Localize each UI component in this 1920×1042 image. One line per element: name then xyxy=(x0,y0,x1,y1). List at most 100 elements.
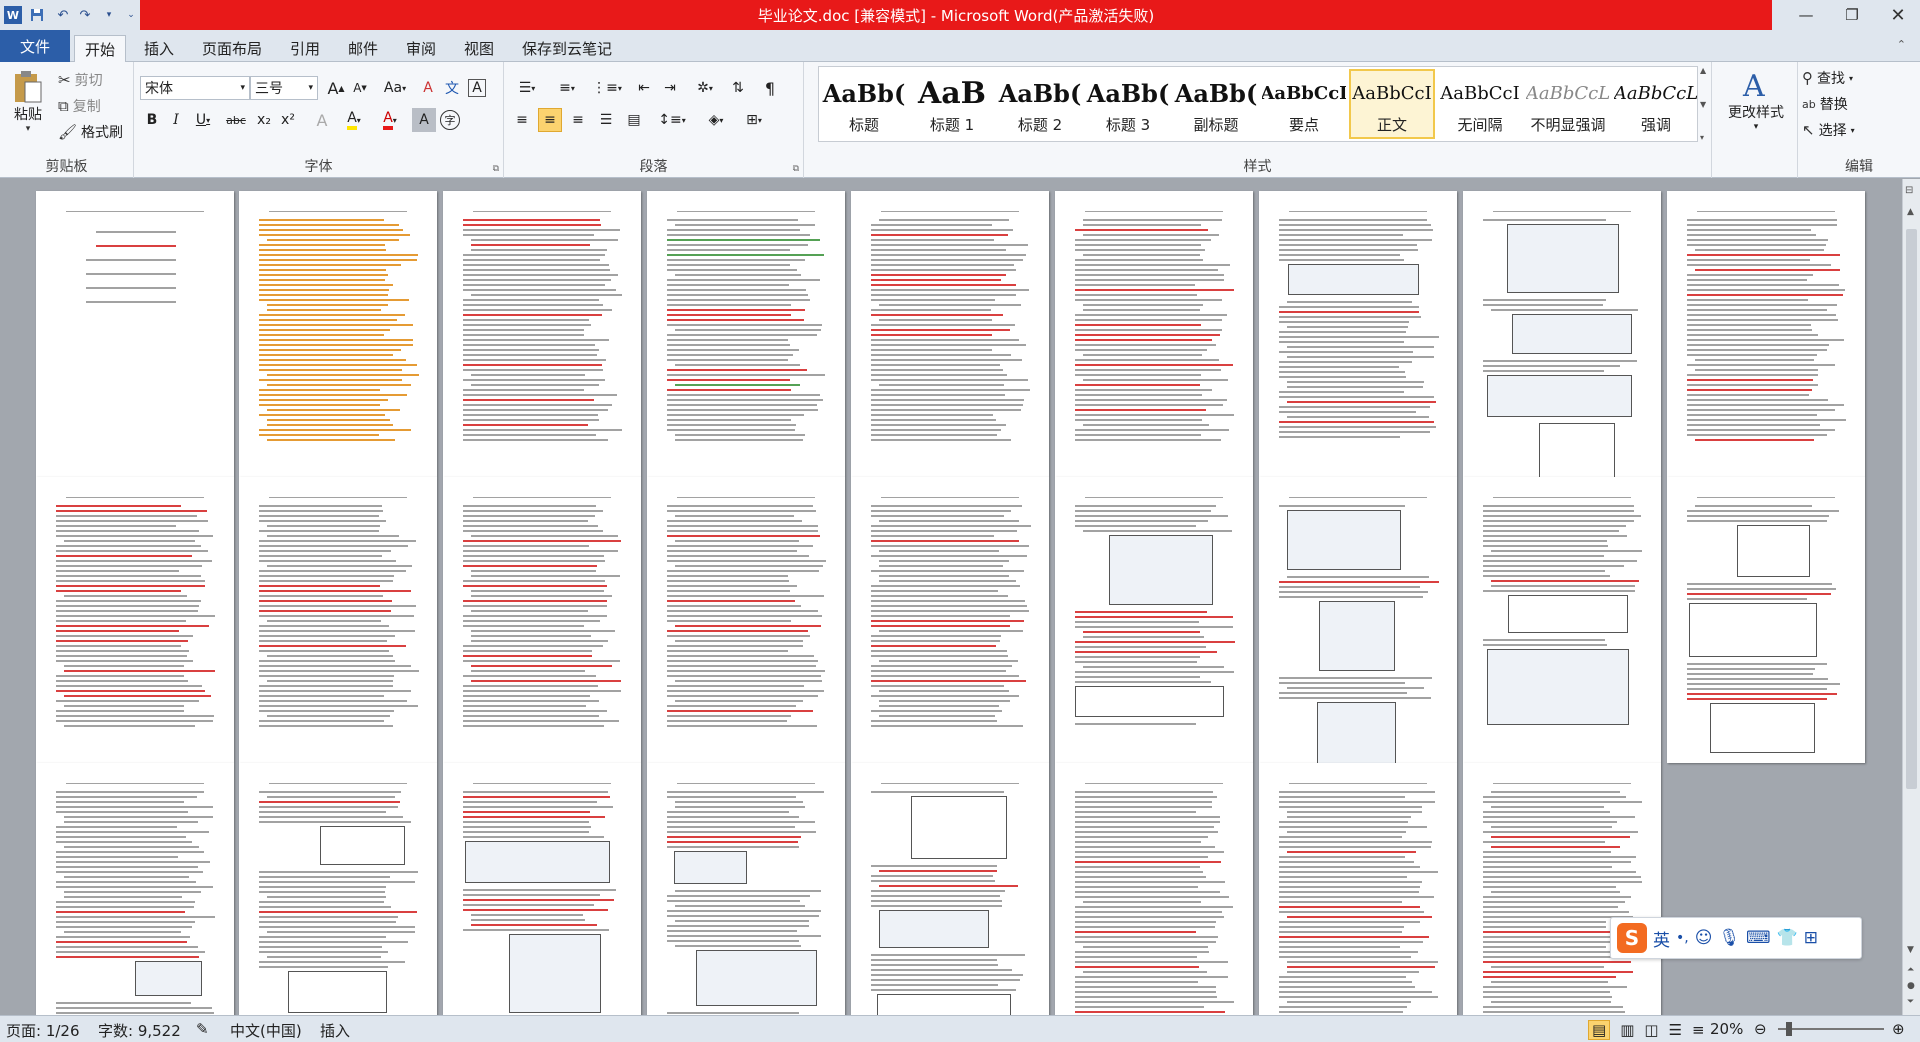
page-thumbnail[interactable] xyxy=(443,763,641,1015)
borders-button[interactable]: ⊞ ▾ xyxy=(738,108,770,132)
microphone-icon[interactable]: 🎙 xyxy=(1718,928,1740,948)
style-heading-1[interactable]: AaB 标题 1 xyxy=(909,69,995,139)
styles-gallery-scroll[interactable]: ▲ ▼ ▾ xyxy=(1700,66,1712,142)
page-thumbnail[interactable] xyxy=(239,763,437,1015)
language[interactable]: 中文(中国) xyxy=(230,1020,302,1041)
zoom-slider[interactable] xyxy=(1778,1028,1884,1030)
full-screen-reading-icon[interactable]: ▥ xyxy=(1620,1021,1634,1039)
font-dialog-launcher-icon[interactable]: ⧉ xyxy=(493,164,499,174)
phonetic-guide-button[interactable]: 文 xyxy=(440,76,464,100)
numbering-button[interactable]: ≡ ▾ xyxy=(550,76,584,100)
undo-icon[interactable]: ↶ xyxy=(54,6,72,24)
emoji-icon[interactable]: ☺ xyxy=(1695,928,1713,948)
shrink-font-button[interactable]: A ▼ xyxy=(348,76,372,100)
scroll-down-icon[interactable]: ▼ xyxy=(1907,945,1914,955)
tab-home[interactable]: 开始 xyxy=(74,35,127,63)
page-thumbnail[interactable] xyxy=(851,477,1049,763)
grow-font-button[interactable]: A ▲ xyxy=(324,76,348,100)
sort-button[interactable]: ⇅ xyxy=(726,76,750,100)
font-name-combo[interactable]: 宋体 ▾ xyxy=(140,76,250,100)
tab-mailings[interactable]: 邮件 xyxy=(338,35,388,62)
page-thumbnail[interactable] xyxy=(647,763,845,1015)
change-case-button[interactable]: Aa ▾ xyxy=(378,76,412,100)
page-thumbnail[interactable] xyxy=(36,763,234,1015)
font-color-button[interactable]: A ▾ xyxy=(374,108,406,132)
ribbon-collapse-icon[interactable]: ⌃ xyxy=(1897,38,1906,51)
zoom-out-icon[interactable]: ⊖ xyxy=(1754,1020,1767,1038)
tab-cloud-notes[interactable]: 保存到云笔记 xyxy=(512,35,622,62)
tab-references[interactable]: 引用 xyxy=(280,35,330,62)
page-thumbnail[interactable] xyxy=(647,477,845,763)
page-thumbnail[interactable] xyxy=(1259,763,1457,1015)
bullets-button[interactable]: ☰ ▾ xyxy=(510,76,544,100)
clear-format-button[interactable]: A xyxy=(416,76,440,100)
font-size-combo[interactable]: 三号 ▾ xyxy=(250,76,318,100)
tab-insert[interactable]: 插入 xyxy=(134,35,184,62)
next-page-icon[interactable]: ⏷ xyxy=(1907,997,1914,1007)
find-button[interactable]: ⚲ 查找 ▾ xyxy=(1802,68,1853,88)
highlight-button[interactable]: A ▾ xyxy=(338,108,370,132)
ruler-toggle-icon[interactable]: ⊟ xyxy=(1905,185,1913,196)
underline-button[interactable]: U ▾ xyxy=(188,108,218,132)
multilevel-list-button[interactable]: ⋮≡ ▾ xyxy=(590,76,624,100)
distributed-button[interactable]: ▤ xyxy=(622,108,646,132)
scroll-up-icon[interactable]: ▲ xyxy=(1907,207,1914,217)
punctuation-icon[interactable]: •, xyxy=(1676,930,1689,946)
char-border-button[interactable]: A xyxy=(468,79,486,97)
style-title[interactable]: AaBb(标题 xyxy=(821,69,907,139)
enclose-char-button[interactable]: 字 xyxy=(440,110,460,130)
page-thumbnail[interactable] xyxy=(1055,477,1253,763)
bold-button[interactable]: B xyxy=(140,108,164,132)
superscript-button[interactable]: x² xyxy=(276,108,300,132)
style-strong[interactable]: AaBbCcI 要点 xyxy=(1261,69,1347,139)
ime-lang[interactable]: 英 xyxy=(1653,926,1670,951)
page-thumbnail[interactable] xyxy=(36,191,234,477)
select-button[interactable]: ↖ 选择 ▾ xyxy=(1802,120,1855,140)
tab-view[interactable]: 视图 xyxy=(454,35,504,62)
customize-icon[interactable]: ▾ xyxy=(100,6,118,24)
cut-button[interactable]: ✂ 剪切 xyxy=(58,70,103,90)
customize-qat-icon[interactable]: ⌄ xyxy=(122,6,140,24)
outline-icon[interactable]: ☰ xyxy=(1669,1021,1682,1039)
proofing-icon[interactable]: ✎ xyxy=(196,1020,209,1038)
style-heading-2[interactable]: AaBb(标题 2 xyxy=(997,69,1083,139)
subscript-button[interactable]: x₂ xyxy=(252,108,276,132)
page-thumbnail[interactable] xyxy=(36,477,234,763)
page-thumbnail[interactable] xyxy=(1463,191,1661,477)
align-left-button[interactable]: ≡ xyxy=(510,108,534,132)
format-painter-button[interactable]: 🖌 格式刷 xyxy=(58,122,123,142)
toolbox-icon[interactable]: ⊞ xyxy=(1804,928,1818,948)
align-center-button[interactable]: ≡ xyxy=(538,108,562,132)
page-thumbnail[interactable] xyxy=(1667,477,1865,763)
print-layout-icon[interactable]: ▤ xyxy=(1588,1020,1611,1040)
redo-icon[interactable]: ↷ xyxy=(76,6,94,24)
page-thumbnail[interactable] xyxy=(1055,763,1253,1015)
show-marks-button[interactable]: ¶ xyxy=(758,76,782,100)
style-heading-3[interactable]: AaBb(标题 3 xyxy=(1085,69,1171,139)
page-thumbnail[interactable] xyxy=(1259,477,1457,763)
align-right-button[interactable]: ≡ xyxy=(566,108,590,132)
replace-button[interactable]: ab 替换 xyxy=(1802,94,1848,114)
line-spacing-button[interactable]: ↕≡ ▾ xyxy=(656,108,688,132)
page-count[interactable]: 页面: 1/26 xyxy=(6,1020,80,1041)
document-area[interactable] xyxy=(0,179,1902,1015)
vertical-scrollbar[interactable]: ⊟ ▲ ▼ ⏶ ● ⏷ xyxy=(1902,179,1920,1015)
scroll-thumb[interactable] xyxy=(1906,229,1917,789)
page-thumbnail[interactable] xyxy=(1463,763,1661,1015)
web-layout-icon[interactable]: ◫ xyxy=(1644,1021,1658,1039)
style-subtle-emphasis[interactable]: AaBbCcL 不明显强调 xyxy=(1525,69,1611,139)
text-effect-button[interactable]: A xyxy=(310,108,334,132)
decrease-indent-button[interactable]: ⇤ xyxy=(632,76,656,100)
tab-page-layout[interactable]: 页面布局 xyxy=(192,35,272,62)
change-styles-button[interactable]: A 更改样式 ▾ xyxy=(1716,68,1796,132)
italic-button[interactable]: I xyxy=(164,108,188,132)
zoom-slider-thumb[interactable] xyxy=(1786,1022,1792,1036)
zoom-level[interactable]: 20% xyxy=(1710,1020,1743,1038)
sogou-logo-icon[interactable]: S xyxy=(1617,923,1647,953)
restore-icon[interactable]: ❐ xyxy=(1830,0,1874,30)
style-emphasis[interactable]: AaBbCcL 强调 xyxy=(1613,69,1699,139)
increase-indent-button[interactable]: ⇥ xyxy=(658,76,682,100)
page-thumbnail[interactable] xyxy=(443,477,641,763)
browse-object-icon[interactable]: ● xyxy=(1907,981,1915,991)
page-thumbnail[interactable] xyxy=(851,191,1049,477)
